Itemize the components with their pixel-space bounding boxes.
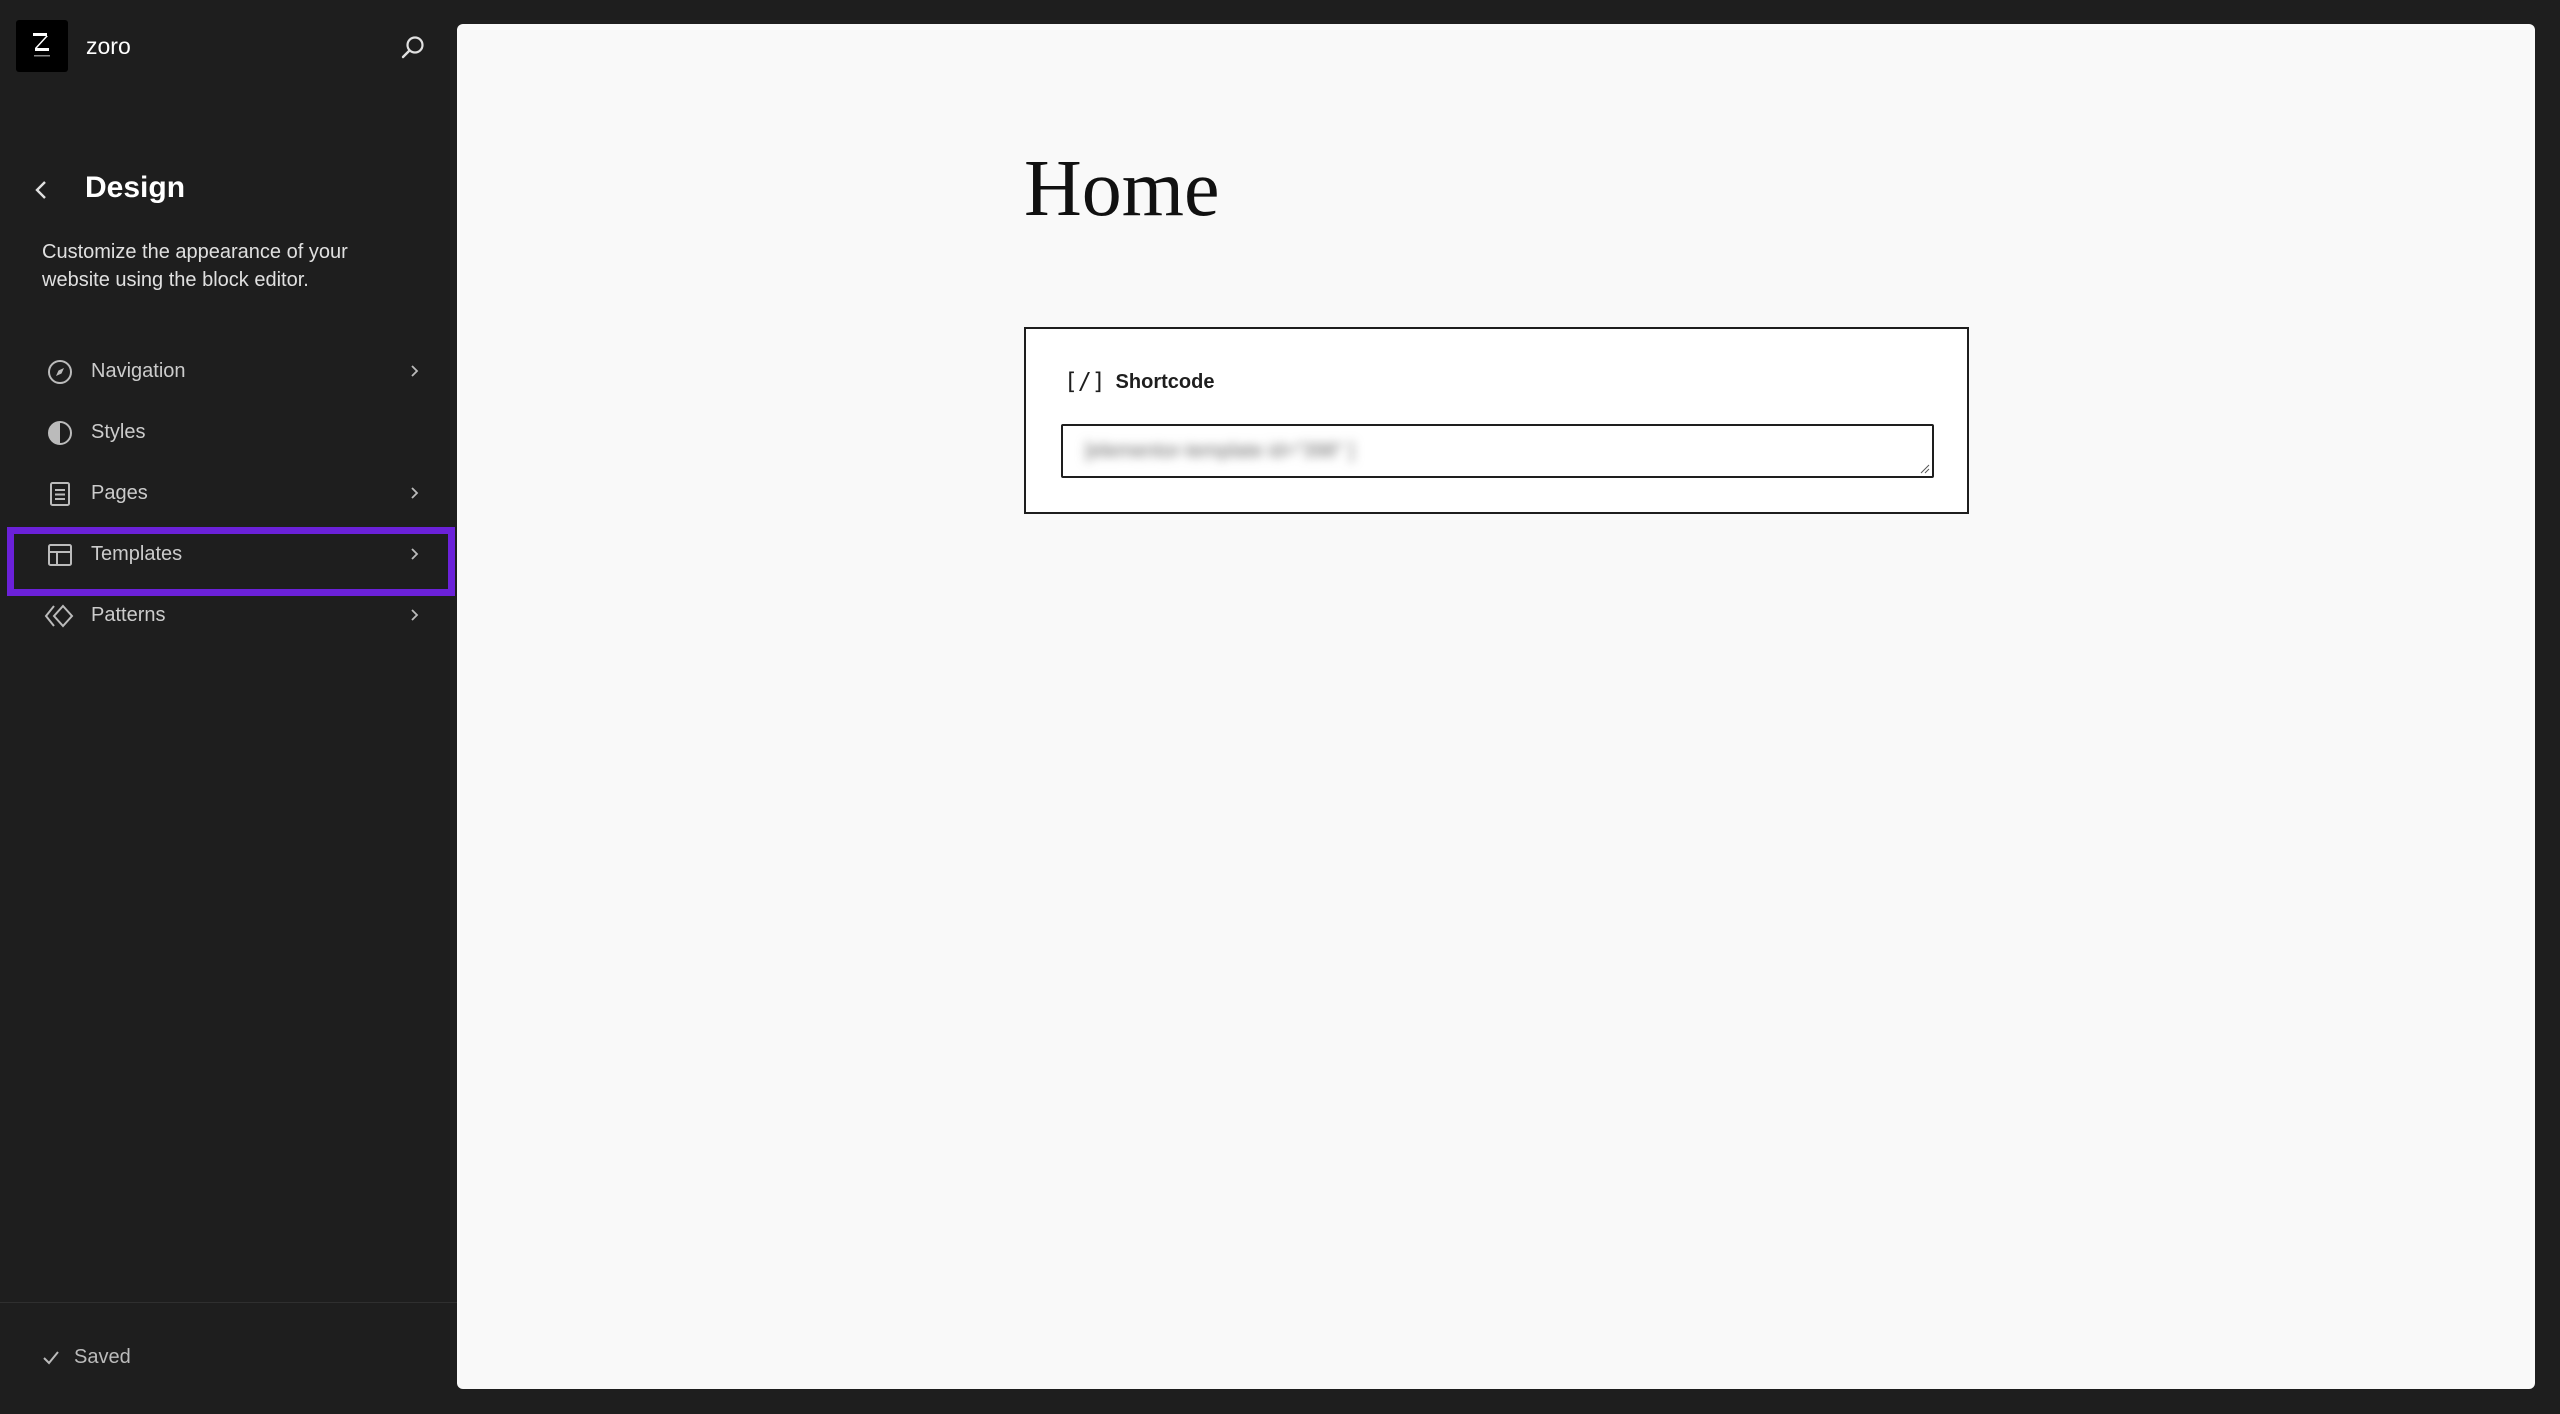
shortcode-block-header: [/] Shortcode	[1064, 369, 1214, 395]
site-header: zoro	[16, 20, 131, 72]
chevron-right-icon	[404, 483, 424, 503]
shortcode-label: Shortcode	[1115, 370, 1215, 393]
nav-item-label: Styles	[91, 421, 146, 443]
page-icon	[44, 478, 76, 510]
save-status-label: Saved	[74, 1346, 131, 1368]
chevron-right-icon	[404, 605, 424, 625]
nav-item-patterns[interactable]: Patterns	[8, 585, 448, 646]
nav-item-styles[interactable]: Styles	[8, 402, 448, 463]
panel-description: Customize the appearance of your website…	[42, 241, 348, 291]
chevron-right-icon	[404, 544, 424, 564]
panel-title: Design	[85, 171, 186, 204]
footer-divider	[0, 1302, 457, 1303]
nav-item-label: Navigation	[91, 360, 186, 382]
chevron-right-icon	[404, 361, 424, 381]
diamond-icon	[44, 600, 76, 632]
nav-item-label: Pages	[91, 482, 148, 504]
editor-canvas[interactable]: Home [/] Shortcode [elementor-template i…	[457, 24, 2535, 1389]
checkmark-icon	[43, 1350, 59, 1364]
half-circle-icon	[44, 417, 76, 449]
save-status: Saved	[42, 1346, 131, 1369]
search-icon	[401, 36, 424, 59]
design-sidebar: zoro Design Customize the appearance of …	[0, 0, 457, 1414]
design-navigation: Navigation Styles Pages Templates Patter…	[8, 341, 448, 646]
shortcode-textarea[interactable]: [elementor-template id="398" ]	[1061, 424, 1934, 478]
shortcode-icon: [/]	[1064, 369, 1106, 395]
shortcode-value: [elementor-template id="398" ]	[1085, 440, 1355, 462]
site-logo-mark	[33, 33, 50, 57]
resize-handle-icon[interactable]	[1918, 462, 1930, 474]
compass-icon	[44, 356, 76, 388]
shortcode-block[interactable]: [/] Shortcode [elementor-template id="39…	[1024, 327, 1969, 514]
site-logo[interactable]	[16, 20, 68, 72]
nav-item-label: Templates	[91, 543, 183, 565]
search-button[interactable]	[396, 30, 430, 64]
site-name[interactable]: zoro	[86, 33, 131, 60]
back-button[interactable]	[26, 172, 56, 208]
nav-item-label: Patterns	[91, 604, 166, 626]
nav-item-templates[interactable]: Templates	[8, 524, 448, 585]
layout-icon	[44, 539, 76, 571]
nav-item-pages[interactable]: Pages	[8, 463, 448, 524]
nav-item-navigation[interactable]: Navigation	[8, 341, 448, 402]
chevron-left-icon	[35, 181, 46, 199]
page-title[interactable]: Home	[1024, 149, 1220, 229]
